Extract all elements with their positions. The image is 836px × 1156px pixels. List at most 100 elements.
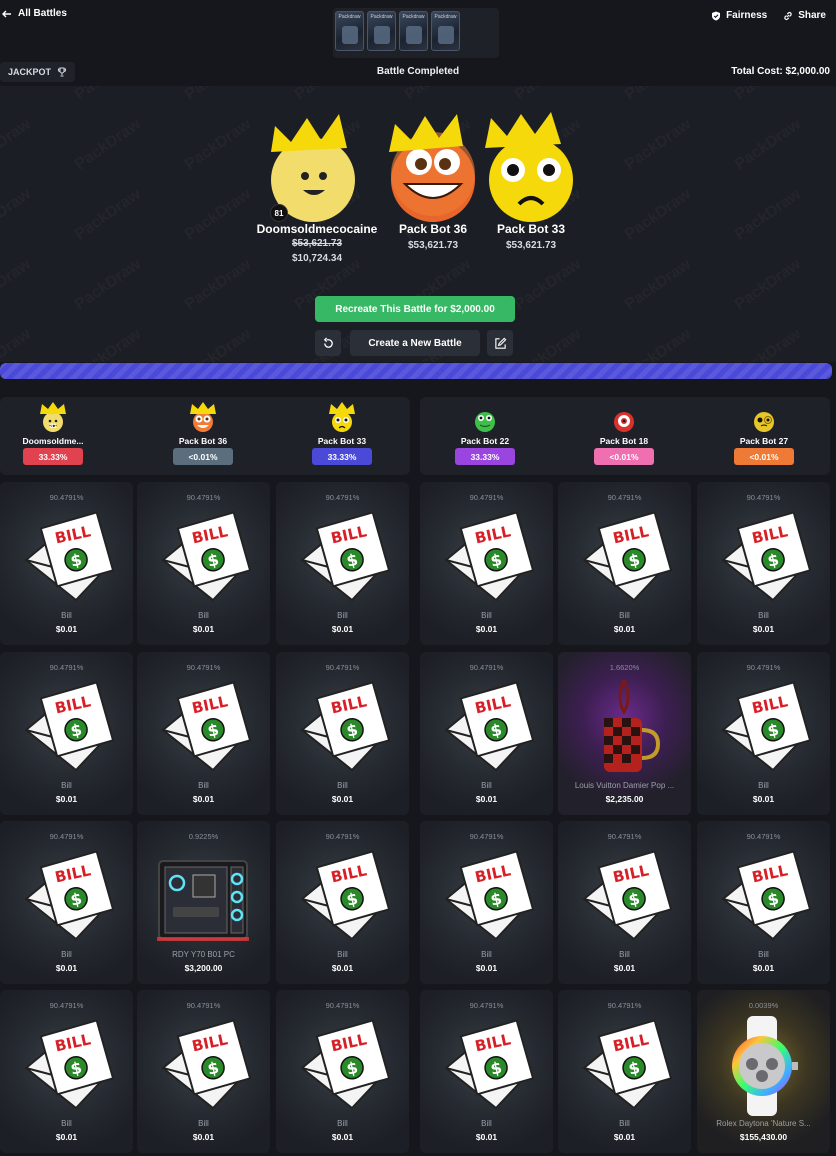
- item-odds: 90.4791%: [49, 663, 84, 672]
- player-avatar[interactable]: [714, 402, 814, 434]
- item-price: $0.01: [475, 794, 498, 804]
- fairness-link[interactable]: Fairness: [711, 10, 767, 21]
- item-card[interactable]: 90.4791% BILL $ Bill $0.01: [137, 652, 270, 815]
- pack-thumb[interactable]: Packdraw: [431, 11, 460, 51]
- item-card[interactable]: 90.4791% BILL $ Bill $0.01: [420, 652, 553, 815]
- watermark: PackDraw: [292, 86, 365, 104]
- item-name: Bill: [481, 781, 492, 790]
- item-card[interactable]: 90.4791% BILL $ Bill $0.01: [420, 821, 553, 984]
- item-card[interactable]: 90.4791% BILL $ Bill $0.01: [420, 482, 553, 645]
- edit-battle-button[interactable]: [487, 330, 513, 356]
- player-slot: Pack Bot 27 <0.01%: [714, 402, 814, 465]
- item-card[interactable]: 90.4791% BILL $ Bill $0.01: [697, 821, 830, 984]
- item-card[interactable]: 90.4791% BILL $ Bill $0.01: [558, 482, 691, 645]
- player-name[interactable]: Pack Bot 22: [435, 436, 535, 446]
- item-card[interactable]: 90.4791% BILL $ Bill $0.01: [0, 482, 133, 645]
- item-odds: 90.4791%: [49, 832, 84, 841]
- watermark: PackDraw: [622, 186, 695, 245]
- watermark: PackDraw: [0, 326, 35, 362]
- item-name: Bill: [198, 1119, 209, 1128]
- player-win-chance: 33.33%: [23, 448, 83, 465]
- item-card[interactable]: 1.6620% Louis Vuitton Damier Pop ... $2,23…: [558, 652, 691, 815]
- crown-icon: [485, 112, 561, 148]
- player-win-chance: <0.01%: [734, 448, 794, 465]
- pack-thumb[interactable]: Packdraw: [335, 11, 364, 51]
- watermark: PackDraw: [732, 86, 805, 104]
- item-card[interactable]: 90.4791% BILL $ Bill $0.01: [276, 482, 409, 645]
- item-name: Bill: [758, 781, 769, 790]
- item-odds: 90.4791%: [469, 1001, 504, 1010]
- player-name[interactable]: Pack Bot 33: [292, 436, 392, 446]
- item-card[interactable]: 90.4791% BILL $ Bill $0.01: [137, 482, 270, 645]
- item-odds: 90.4791%: [607, 832, 642, 841]
- item-card[interactable]: 90.4791% BILL $ Bill $0.01: [0, 990, 133, 1153]
- item-card[interactable]: 90.4791% BILL $ Bill $0.01: [276, 821, 409, 984]
- back-link[interactable]: All Battles: [2, 8, 67, 19]
- winner-old-value: $53,621.73: [291, 238, 343, 249]
- item-price: $0.01: [331, 624, 354, 634]
- player-avatar[interactable]: [153, 402, 253, 434]
- player-avatar[interactable]: [574, 402, 674, 434]
- item-price: $0.01: [331, 794, 354, 804]
- player-name[interactable]: Pack Bot 18: [574, 436, 674, 446]
- item-card[interactable]: 90.4791% BILL $ Bill $0.01: [276, 652, 409, 815]
- item-price: $0.01: [331, 963, 354, 973]
- winner-card: Pack Bot 33 $53,621.73: [481, 112, 581, 251]
- item-card[interactable]: 90.4791% BILL $ Bill $0.01: [558, 990, 691, 1153]
- item-odds: 1.6620%: [609, 663, 640, 672]
- item-name: Bill: [337, 1119, 348, 1128]
- item-price: $0.01: [55, 1132, 78, 1142]
- item-name: Bill: [337, 781, 348, 790]
- player-name[interactable]: Pack Bot 27: [714, 436, 814, 446]
- item-card[interactable]: 90.4791% BILL $ Bill $0.01: [0, 652, 133, 815]
- item-name: Bill: [758, 950, 769, 959]
- watermark: PackDraw: [402, 86, 475, 104]
- watermark: PackDraw: [0, 186, 35, 245]
- watermark: PackDraw: [72, 86, 145, 104]
- create-battle-button[interactable]: Create a New Battle: [350, 330, 480, 356]
- item-odds: 90.4791%: [607, 493, 642, 502]
- winner-avatar: [389, 114, 475, 222]
- item-odds: 90.4791%: [186, 663, 221, 672]
- refresh-icon: [323, 336, 333, 348]
- item-odds: 90.4791%: [186, 493, 221, 502]
- item-price: $0.01: [55, 794, 78, 804]
- item-name: Bill: [61, 781, 72, 790]
- watermark: PackDraw: [512, 326, 585, 362]
- item-card[interactable]: 0.0039% Rolex Daytona 'Nature S... $155,43…: [697, 990, 830, 1153]
- recreate-battle-button[interactable]: Recreate This Battle for $2,000.00: [315, 296, 515, 322]
- watermark: PackDraw: [72, 116, 145, 175]
- player-slot: Pack Bot 36 <0.01%: [153, 402, 253, 465]
- player-avatar[interactable]: [435, 402, 535, 434]
- item-price: $0.01: [752, 963, 775, 973]
- item-odds: 90.4791%: [469, 493, 504, 502]
- winner-name[interactable]: Doomsoldmecocaine: [250, 222, 384, 236]
- item-price: $0.01: [613, 963, 636, 973]
- item-odds: 0.0039%: [748, 1001, 779, 1010]
- item-card[interactable]: 90.4791% BILL $ Bill $0.01: [0, 821, 133, 984]
- watermark: PackDraw: [182, 326, 255, 362]
- share-link[interactable]: Share: [783, 10, 826, 21]
- player-name[interactable]: Doomsoldme...: [3, 436, 103, 446]
- pack-thumb[interactable]: Packdraw: [399, 11, 428, 51]
- item-name: Bill: [61, 1119, 72, 1128]
- winner-name[interactable]: Pack Bot 33: [481, 222, 581, 236]
- item-card[interactable]: 90.4791% BILL $ Bill $0.01: [697, 482, 830, 645]
- item-name: Bill: [61, 611, 72, 620]
- edit-icon: [494, 337, 506, 349]
- player-name[interactable]: Pack Bot 36: [153, 436, 253, 446]
- item-card[interactable]: 0.9225% RDY Y70 B01 PC $3,200.00: [137, 821, 270, 984]
- item-card[interactable]: 90.4791% BILL $ Bill $0.01: [137, 990, 270, 1153]
- item-card[interactable]: 90.4791% BILL $ Bill $0.01: [558, 821, 691, 984]
- item-card[interactable]: 90.4791% BILL $ Bill $0.01: [420, 990, 553, 1153]
- winner-new-value: $53,621.73: [505, 240, 557, 251]
- item-card[interactable]: 90.4791% BILL $ Bill $0.01: [697, 652, 830, 815]
- watermark: PackDraw: [182, 86, 255, 104]
- player-avatar[interactable]: [292, 402, 392, 434]
- replay-button[interactable]: [315, 330, 341, 356]
- item-name: Rolex Daytona 'Nature S...: [716, 1119, 811, 1128]
- pack-thumb[interactable]: Packdraw: [367, 11, 396, 51]
- winner-name[interactable]: Pack Bot 36: [383, 222, 483, 236]
- item-card[interactable]: 90.4791% BILL $ Bill $0.01: [276, 990, 409, 1153]
- winner-card: 81 Doomsoldmecocaine $53,621.73 $10,724.…: [250, 112, 384, 264]
